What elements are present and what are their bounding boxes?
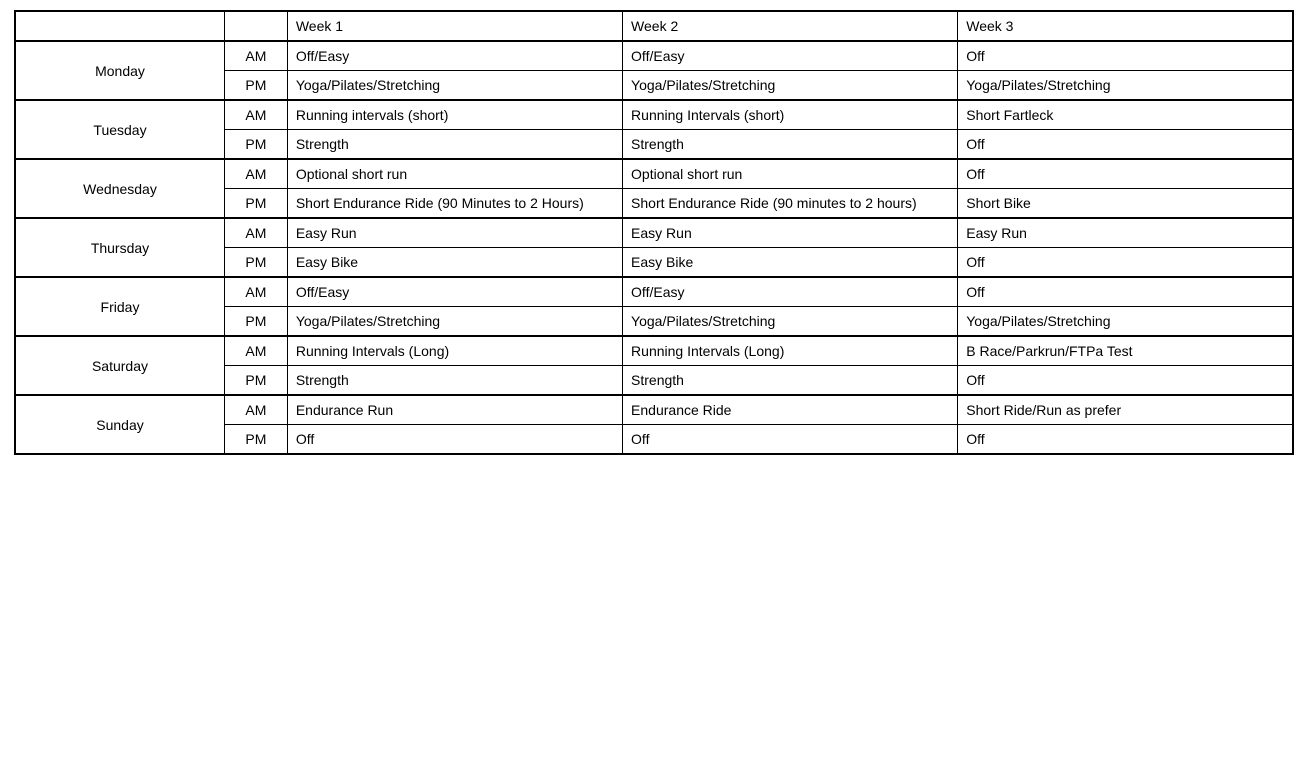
table-row: MondayAMOff/EasyOff/EasyOff: [15, 41, 1293, 71]
table-row: TuesdayAMRunning intervals (short)Runnin…: [15, 100, 1293, 130]
cell-thursday-am-week1: Easy Run: [287, 218, 622, 248]
schedule-table: Week 1 Week 2 Week 3 MondayAMOff/EasyOff…: [14, 10, 1294, 455]
cell-monday-pm-week1: Yoga/Pilates/Stretching: [287, 71, 622, 101]
cell-friday-pm-week1: Yoga/Pilates/Stretching: [287, 307, 622, 337]
cell-friday-am-week1: Off/Easy: [287, 277, 622, 307]
day-cell-monday: Monday: [15, 41, 225, 100]
header-ampm-spacer: [225, 11, 288, 41]
day-cell-thursday: Thursday: [15, 218, 225, 277]
cell-tuesday-am-week3: Short Fartleck: [958, 100, 1293, 130]
cell-saturday-am-week1: Running Intervals (Long): [287, 336, 622, 366]
cell-wednesday-pm-week1: Short Endurance Ride (90 Minutes to 2 Ho…: [287, 189, 622, 219]
cell-sunday-pm-week3: Off: [958, 425, 1293, 455]
ampm-cell-monday-am: AM: [225, 41, 288, 71]
ampm-cell-wednesday-pm: PM: [225, 189, 288, 219]
cell-saturday-pm-week1: Strength: [287, 366, 622, 396]
cell-thursday-am-week3: Easy Run: [958, 218, 1293, 248]
cell-tuesday-am-week1: Running intervals (short): [287, 100, 622, 130]
table-row: FridayAMOff/EasyOff/EasyOff: [15, 277, 1293, 307]
cell-sunday-pm-week1: Off: [287, 425, 622, 455]
cell-sunday-am-week1: Endurance Run: [287, 395, 622, 425]
cell-wednesday-pm-week3: Short Bike: [958, 189, 1293, 219]
cell-wednesday-am-week3: Off: [958, 159, 1293, 189]
header-day-spacer: [15, 11, 225, 41]
cell-saturday-am-week3: B Race/Parkrun/FTPa Test: [958, 336, 1293, 366]
cell-sunday-am-week3: Short Ride/Run as prefer: [958, 395, 1293, 425]
cell-friday-am-week3: Off: [958, 277, 1293, 307]
ampm-cell-thursday-pm: PM: [225, 248, 288, 278]
table-row: SaturdayAMRunning Intervals (Long)Runnin…: [15, 336, 1293, 366]
cell-monday-am-week3: Off: [958, 41, 1293, 71]
cell-thursday-am-week2: Easy Run: [623, 218, 958, 248]
cell-sunday-pm-week2: Off: [623, 425, 958, 455]
table-row: ThursdayAMEasy RunEasy RunEasy Run: [15, 218, 1293, 248]
ampm-cell-friday-pm: PM: [225, 307, 288, 337]
cell-friday-am-week2: Off/Easy: [623, 277, 958, 307]
cell-wednesday-am-week2: Optional short run: [623, 159, 958, 189]
table-row: SundayAMEndurance RunEndurance RideShort…: [15, 395, 1293, 425]
table-row: WednesdayAMOptional short runOptional sh…: [15, 159, 1293, 189]
ampm-cell-sunday-am: AM: [225, 395, 288, 425]
cell-tuesday-pm-week2: Strength: [623, 130, 958, 160]
ampm-cell-saturday-am: AM: [225, 336, 288, 366]
day-cell-saturday: Saturday: [15, 336, 225, 395]
cell-saturday-am-week2: Running Intervals (Long): [623, 336, 958, 366]
cell-monday-am-week2: Off/Easy: [623, 41, 958, 71]
cell-monday-am-week1: Off/Easy: [287, 41, 622, 71]
cell-wednesday-pm-week2: Short Endurance Ride (90 minutes to 2 ho…: [623, 189, 958, 219]
ampm-cell-saturday-pm: PM: [225, 366, 288, 396]
cell-tuesday-pm-week3: Off: [958, 130, 1293, 160]
week1-header: Week 1: [287, 11, 622, 41]
cell-tuesday-am-week2: Running Intervals (short): [623, 100, 958, 130]
day-cell-friday: Friday: [15, 277, 225, 336]
cell-tuesday-pm-week1: Strength: [287, 130, 622, 160]
ampm-cell-monday-pm: PM: [225, 71, 288, 101]
header-row: Week 1 Week 2 Week 3: [15, 11, 1293, 41]
cell-thursday-pm-week1: Easy Bike: [287, 248, 622, 278]
day-cell-wednesday: Wednesday: [15, 159, 225, 218]
cell-friday-pm-week3: Yoga/Pilates/Stretching: [958, 307, 1293, 337]
ampm-cell-thursday-am: AM: [225, 218, 288, 248]
ampm-cell-sunday-pm: PM: [225, 425, 288, 455]
ampm-cell-tuesday-pm: PM: [225, 130, 288, 160]
week3-header: Week 3: [958, 11, 1293, 41]
cell-thursday-pm-week2: Easy Bike: [623, 248, 958, 278]
cell-thursday-pm-week3: Off: [958, 248, 1293, 278]
ampm-cell-friday-am: AM: [225, 277, 288, 307]
ampm-cell-tuesday-am: AM: [225, 100, 288, 130]
day-cell-sunday: Sunday: [15, 395, 225, 454]
cell-monday-pm-week3: Yoga/Pilates/Stretching: [958, 71, 1293, 101]
cell-wednesday-am-week1: Optional short run: [287, 159, 622, 189]
cell-monday-pm-week2: Yoga/Pilates/Stretching: [623, 71, 958, 101]
cell-sunday-am-week2: Endurance Ride: [623, 395, 958, 425]
cell-friday-pm-week2: Yoga/Pilates/Stretching: [623, 307, 958, 337]
ampm-cell-wednesday-am: AM: [225, 159, 288, 189]
week2-header: Week 2: [623, 11, 958, 41]
cell-saturday-pm-week3: Off: [958, 366, 1293, 396]
day-cell-tuesday: Tuesday: [15, 100, 225, 159]
cell-saturday-pm-week2: Strength: [623, 366, 958, 396]
